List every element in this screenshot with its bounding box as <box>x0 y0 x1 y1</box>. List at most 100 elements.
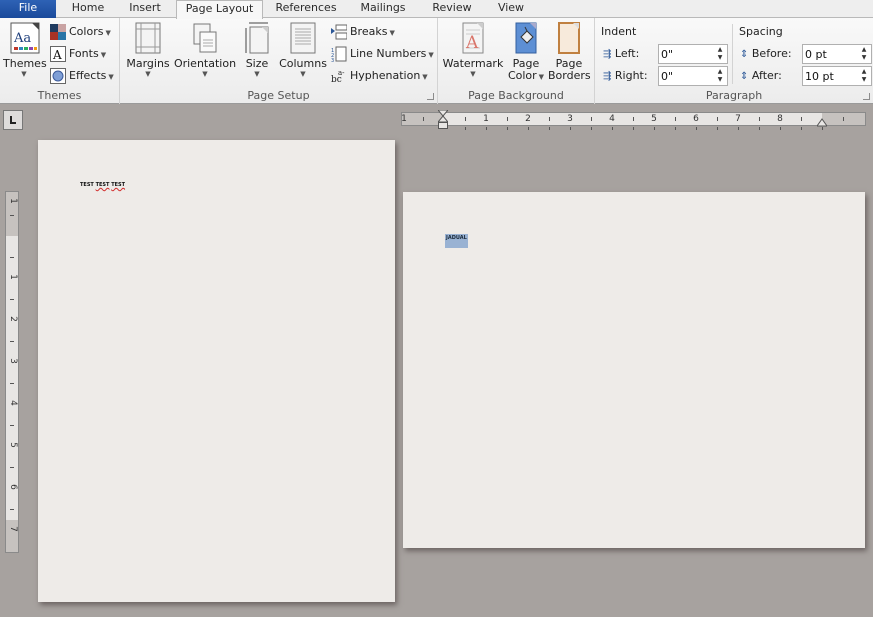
tab-stop-selector[interactable] <box>3 110 23 130</box>
indent-left-input[interactable] <box>659 45 711 63</box>
fonts-button[interactable]: A Fonts ▼ <box>50 44 106 64</box>
ruler-number: 7 <box>8 526 18 532</box>
ruler-number: 1 <box>401 114 407 124</box>
svg-text:A: A <box>52 48 62 62</box>
ruler-tick <box>507 127 508 130</box>
ribbon-tab-bar: File Home Insert Page Layout References … <box>0 0 873 19</box>
indent-left-label: ⇶ Left: <box>603 47 640 60</box>
chevron-down-icon: ▼ <box>300 70 306 78</box>
ruler-tick <box>633 127 634 130</box>
columns-label: Columns <box>279 57 327 70</box>
page-color-label-line2: Color <box>507 69 537 82</box>
ruler-number: 7 <box>735 114 741 124</box>
ruler-tick <box>10 215 14 216</box>
ruler-tick <box>10 299 14 300</box>
ruler-tick <box>10 509 14 510</box>
horizontal-ruler[interactable]: 1 1 2 3 4 5 6 7 8 <box>401 112 866 130</box>
spacing-after-input[interactable] <box>803 67 855 85</box>
page-color-button[interactable]: Page Color ▼ <box>507 22 545 83</box>
misspelled-word[interactable]: TEST <box>96 182 110 188</box>
ruler-number: 6 <box>693 114 699 124</box>
spacing-after-icon: ⇕ <box>740 71 749 82</box>
ruler-tick <box>654 127 655 130</box>
vertical-ruler[interactable]: 1 1 2 3 4 5 6 7 <box>5 191 19 553</box>
indent-right-input[interactable] <box>659 67 711 85</box>
chevron-down-icon: ▼ <box>422 73 428 81</box>
hyphenation-icon: bc a- <box>331 68 347 85</box>
colors-icon <box>50 24 66 40</box>
breaks-button[interactable]: Breaks ▼ <box>331 22 395 42</box>
effects-icon <box>50 68 66 84</box>
breaks-icon <box>331 24 348 40</box>
group-label-page-setup: Page Setup <box>247 89 310 102</box>
orientation-button[interactable]: Orientation ▼ <box>173 22 237 78</box>
size-icon <box>243 22 271 54</box>
tab-references[interactable]: References <box>268 0 344 18</box>
tab-review[interactable]: Review <box>424 0 480 18</box>
ruler-tick <box>717 117 718 121</box>
spin-arrows-icon[interactable]: ▲ ▼ <box>715 68 725 84</box>
ruler-number: 3 <box>567 114 573 124</box>
themes-button[interactable]: Aa Themes ▼ <box>3 22 47 78</box>
paragraph-dialog-launcher[interactable] <box>863 93 870 100</box>
right-indent-handle[interactable] <box>816 117 828 127</box>
watermark-icon: A <box>459 22 487 54</box>
indent-marker-handle[interactable] <box>436 109 450 130</box>
hyphenation-button[interactable]: bc a- Hyphenation ▼ <box>331 66 428 86</box>
size-button[interactable]: Size ▼ <box>241 22 273 78</box>
selected-text[interactable]: JADUAL <box>445 234 468 248</box>
indent-left-spinner[interactable]: ▲▼ <box>658 44 728 64</box>
spacing-before-input[interactable] <box>803 45 855 63</box>
page-borders-label-line2: Borders <box>548 69 591 82</box>
columns-button[interactable]: Columns ▼ <box>278 22 328 78</box>
spacing-after-spinner[interactable]: ▲▼ <box>802 66 872 86</box>
tab-file[interactable]: File <box>0 0 56 18</box>
spin-arrows-icon[interactable]: ▲ ▼ <box>715 46 725 62</box>
ruler-tick <box>465 127 466 130</box>
hyphenation-label: Hyphenation <box>350 69 421 82</box>
margins-label: Margins <box>126 57 170 70</box>
spin-arrows-icon[interactable]: ▲ ▼ <box>859 68 869 84</box>
ruler-tick <box>780 127 781 130</box>
chevron-down-icon: ▼ <box>389 29 395 37</box>
group-label-paragraph: Paragraph <box>705 89 763 102</box>
effects-button[interactable]: Effects ▼ <box>50 66 114 86</box>
indent-right-spinner[interactable]: ▲▼ <box>658 66 728 86</box>
tab-insert[interactable]: Insert <box>120 0 170 18</box>
document-page-landscape[interactable]: JADUAL <box>403 192 865 548</box>
line-numbers-icon: 123 <box>331 46 347 64</box>
margins-button[interactable]: Margins ▼ <box>125 22 171 78</box>
svg-text:Aa: Aa <box>13 31 31 46</box>
spin-arrows-icon[interactable]: ▲ ▼ <box>859 46 869 62</box>
tab-home[interactable]: Home <box>62 0 114 18</box>
ruler-tick <box>549 117 550 121</box>
chevron-down-icon: ▼ <box>470 70 476 78</box>
watermark-button[interactable]: A Watermark ▼ <box>442 22 504 78</box>
ruler-tick <box>675 117 676 121</box>
svg-text:3: 3 <box>331 58 334 62</box>
tab-mailings[interactable]: Mailings <box>350 0 416 18</box>
chevron-down-icon: ▼ <box>105 29 111 37</box>
spacing-title: Spacing <box>739 25 783 38</box>
document-page-portrait[interactable]: TEST TEST TEST <box>38 140 395 602</box>
ruler-tick <box>528 127 529 130</box>
ruler-number: 2 <box>8 316 18 322</box>
colors-button[interactable]: Colors ▼ <box>50 22 111 42</box>
chevron-down-icon: ▼ <box>100 51 107 59</box>
misspelled-word[interactable]: TEST <box>111 182 125 188</box>
page-setup-dialog-launcher[interactable] <box>427 93 434 100</box>
line-numbers-button[interactable]: 123 Line Numbers ▼ <box>331 44 434 64</box>
tab-page-layout[interactable]: Page Layout <box>176 0 263 19</box>
divider <box>732 24 733 84</box>
page-color-icon <box>512 22 540 54</box>
spacing-before-spinner[interactable]: ▲▼ <box>802 44 872 64</box>
page-borders-button[interactable]: Page Borders <box>548 22 591 82</box>
chevron-down-icon: ▼ <box>145 70 151 78</box>
page1-text[interactable]: TEST TEST TEST <box>80 182 125 188</box>
tab-view[interactable]: View <box>488 0 534 18</box>
chevron-down-icon: ▼ <box>254 70 260 78</box>
chevron-down-icon: ▼ <box>428 51 434 59</box>
chevron-down-icon: ▼ <box>108 73 114 81</box>
page-borders-icon <box>555 22 583 54</box>
ruler-tick <box>10 425 14 426</box>
